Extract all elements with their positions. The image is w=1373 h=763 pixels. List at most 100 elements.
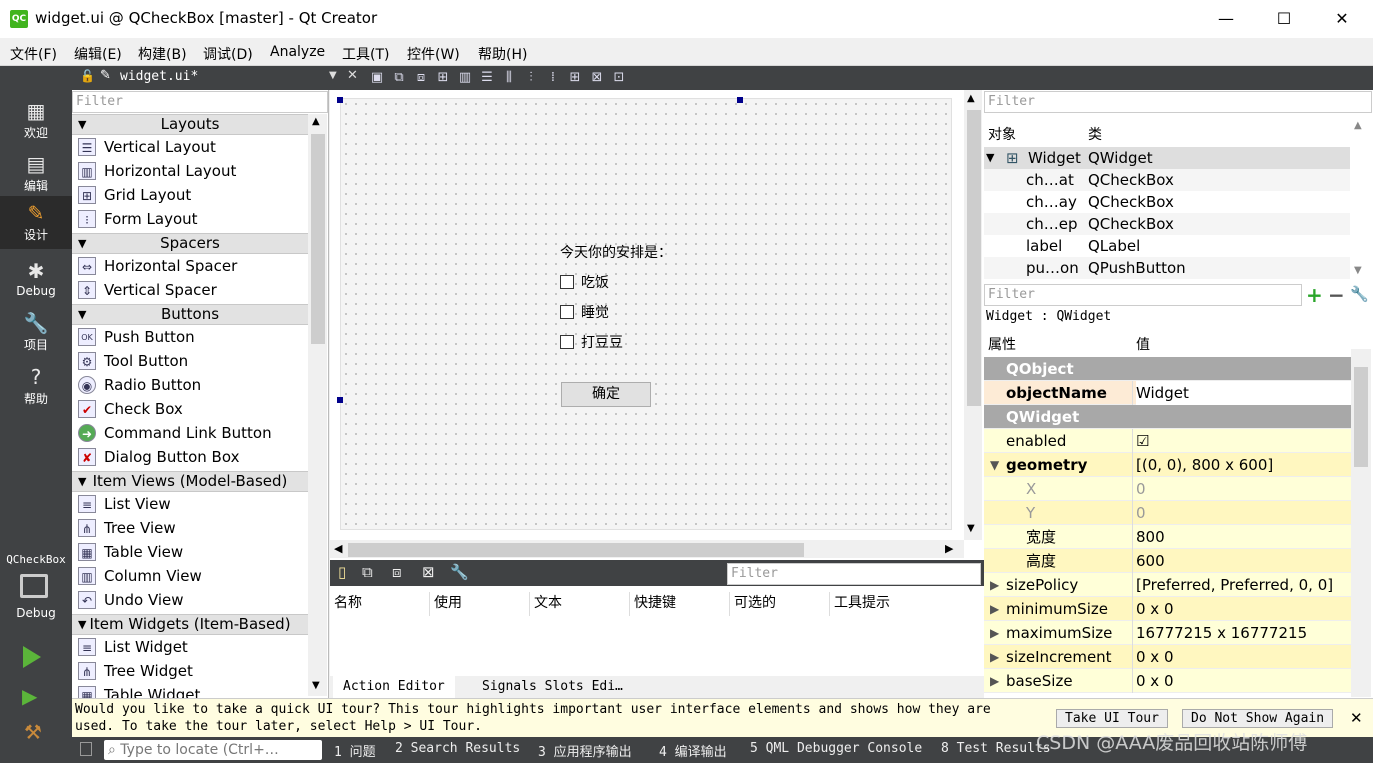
property-value[interactable]: 16777215 x 16777215: [1136, 621, 1307, 645]
remove-property-icon[interactable]: −: [1328, 283, 1345, 307]
break-layout-icon[interactable]: ⊠: [588, 69, 606, 87]
mode-welcome[interactable]: ▦ 欢迎: [0, 94, 72, 147]
scroll-left-icon[interactable]: ◀: [334, 542, 342, 555]
scroll-down-icon[interactable]: ▼: [967, 523, 975, 534]
property-geometry-height[interactable]: 高度 600: [984, 549, 1352, 573]
widget-push-button[interactable]: OK Push Button: [72, 325, 308, 349]
property-geometry-y[interactable]: Y0: [984, 501, 1352, 525]
maximize-button[interactable]: ☐: [1255, 0, 1313, 38]
object-row[interactable]: ch…at QCheckBox: [984, 169, 1350, 191]
configure-wrench-icon[interactable]: 🔧: [450, 563, 469, 581]
widget-form-layout[interactable]: ⁝ Form Layout: [72, 207, 308, 231]
scroll-up-icon[interactable]: ▲: [1354, 120, 1362, 131]
form-checkbox-eat[interactable]: 吃饭: [560, 272, 609, 292]
menu-file[interactable]: 文件(F): [10, 44, 57, 64]
paste-action-icon[interactable]: ⧈: [392, 563, 402, 581]
layout-horizontal-icon[interactable]: ▥: [456, 69, 474, 87]
file-dropdown-icon[interactable]: ▼: [329, 70, 337, 81]
adjust-size-icon[interactable]: ⊡: [610, 69, 628, 87]
scroll-down-icon[interactable]: ▼: [1354, 265, 1362, 276]
output-pane-search-results[interactable]: 2 Search Results: [395, 741, 520, 756]
widget-table-view[interactable]: ▦ Table View: [72, 540, 308, 564]
category-layouts[interactable]: ▼ Layouts: [72, 114, 308, 135]
category-spacers[interactable]: ▼ Spacers: [72, 233, 308, 254]
column-header-property[interactable]: 属性: [988, 334, 1016, 354]
category-buttons[interactable]: ▼ Buttons: [72, 304, 308, 325]
column-header-used[interactable]: 使用: [430, 592, 530, 616]
category-item-views[interactable]: ▼ Item Views (Model-Based): [72, 471, 308, 492]
widget-column-view[interactable]: ▥ Column View: [72, 564, 308, 588]
menu-edit[interactable]: 编辑(E): [74, 44, 122, 64]
locator-input[interactable]: ⌕ Type to locate (Ctrl+…: [104, 740, 322, 760]
property-value[interactable]: 600: [1136, 549, 1165, 573]
column-header-object[interactable]: 对象: [988, 124, 1016, 144]
close-file-icon[interactable]: ✕: [347, 68, 358, 83]
mode-projects[interactable]: 🔧 项目: [0, 306, 72, 359]
enabled-checkbox[interactable]: ☑: [1136, 429, 1149, 453]
menu-debug[interactable]: 调试(D): [203, 44, 253, 64]
object-row[interactable]: label QLabel: [984, 235, 1350, 257]
open-file-name[interactable]: widget.ui*: [120, 69, 198, 84]
build-hammer-button[interactable]: ⚒: [24, 720, 42, 744]
widget-vertical-layout[interactable]: ☰ Vertical Layout: [72, 135, 308, 159]
property-maximum-size[interactable]: ▶ maximumSize 16777215 x 16777215: [984, 621, 1352, 645]
scroll-up-icon[interactable]: ▲: [967, 93, 975, 104]
property-value[interactable]: [(0, 0), 800 x 600]: [1136, 453, 1273, 477]
tab-action-editor[interactable]: Action Editor: [333, 676, 455, 698]
object-row-widget[interactable]: ▼ ⊞ Widget QWidget: [984, 147, 1350, 169]
toggle-sidebar-icon[interactable]: [80, 742, 92, 756]
property-object-name[interactable]: objectName Widget: [984, 381, 1352, 405]
run-button[interactable]: [23, 646, 41, 668]
widget-check-box[interactable]: ✔ Check Box: [72, 397, 308, 421]
property-size-policy[interactable]: ▶ sizePolicy [Preferred, Preferred, 0, 0]: [984, 573, 1352, 597]
scroll-down-icon[interactable]: ▼: [312, 680, 320, 691]
add-property-icon[interactable]: +: [1306, 283, 1323, 307]
output-pane-application-output[interactable]: 3 应用程序输出: [538, 741, 632, 760]
property-size-increment[interactable]: ▶ sizeIncrement 0 x 0: [984, 645, 1352, 669]
menu-widget[interactable]: 控件(W): [407, 44, 460, 64]
resize-handle-top-left[interactable]: [337, 97, 343, 103]
widget-horizontal-spacer[interactable]: ⇔ Horizontal Spacer: [72, 254, 308, 278]
property-value[interactable]: 0 x 0: [1136, 669, 1174, 693]
menu-analyze[interactable]: Analyze: [270, 44, 325, 60]
object-row[interactable]: pu…on QPushButton: [984, 257, 1350, 279]
edit-buddies-icon[interactable]: ⧈: [412, 69, 430, 87]
tab-signals-slots-editor[interactable]: Signals Slots Edi…: [472, 676, 633, 698]
form-confirm-button[interactable]: 确定: [561, 382, 651, 407]
property-value[interactable]: 0: [1136, 477, 1146, 501]
object-row[interactable]: ch…ay QCheckBox: [984, 191, 1350, 213]
canvas-vertical-scroll-thumb[interactable]: [967, 110, 981, 406]
edit-tab-order-icon[interactable]: ⊞: [434, 69, 452, 87]
close-infobar-icon[interactable]: ✕: [1350, 709, 1363, 727]
category-item-widgets[interactable]: ▼ Item Widgets (Item-Based): [72, 614, 308, 635]
column-header-tooltip[interactable]: 工具提示: [830, 592, 980, 616]
resize-handle-top[interactable]: [737, 97, 743, 103]
widget-box-scroll-thumb[interactable]: [311, 134, 325, 344]
object-filter-input[interactable]: Filter: [984, 91, 1372, 113]
widget-grid-layout[interactable]: ⊞ Grid Layout: [72, 183, 308, 207]
canvas-horizontal-scroll-thumb[interactable]: [348, 543, 804, 557]
property-editor-scroll-thumb[interactable]: [1354, 367, 1368, 467]
widget-tree-view[interactable]: ⋔ Tree View: [72, 516, 308, 540]
close-window-button[interactable]: ✕: [1313, 0, 1371, 38]
layout-form-icon[interactable]: ⁞: [544, 69, 562, 87]
property-group-qobject[interactable]: QObject: [984, 357, 1352, 381]
layout-splitter-h-icon[interactable]: ⫼: [500, 69, 518, 87]
output-pane-issues[interactable]: 1 问题: [334, 741, 376, 760]
form-grid[interactable]: [340, 98, 952, 530]
menu-build[interactable]: 构建(B): [138, 44, 187, 64]
widget-tree-widget[interactable]: ⋔ Tree Widget: [72, 659, 308, 683]
widget-dialog-button-box[interactable]: ✘ Dialog Button Box: [72, 445, 308, 469]
resize-handle-left[interactable]: [337, 397, 343, 403]
edit-widgets-icon[interactable]: ▣: [368, 69, 386, 87]
form-label[interactable]: 今天你的安排是：: [560, 242, 672, 262]
layout-grid-icon[interactable]: ⊞: [566, 69, 584, 87]
property-value[interactable]: 0 x 0: [1136, 597, 1174, 621]
output-pane-test-results[interactable]: 8 Test Results: [941, 741, 1051, 756]
mode-help[interactable]: ? 帮助: [0, 360, 72, 413]
scroll-up-icon[interactable]: ▲: [312, 116, 320, 127]
column-header-text[interactable]: 文本: [530, 592, 630, 616]
property-geometry-x[interactable]: X0: [984, 477, 1352, 501]
property-value[interactable]: 0 x 0: [1136, 645, 1174, 669]
property-minimum-size[interactable]: ▶ minimumSize 0 x 0: [984, 597, 1352, 621]
